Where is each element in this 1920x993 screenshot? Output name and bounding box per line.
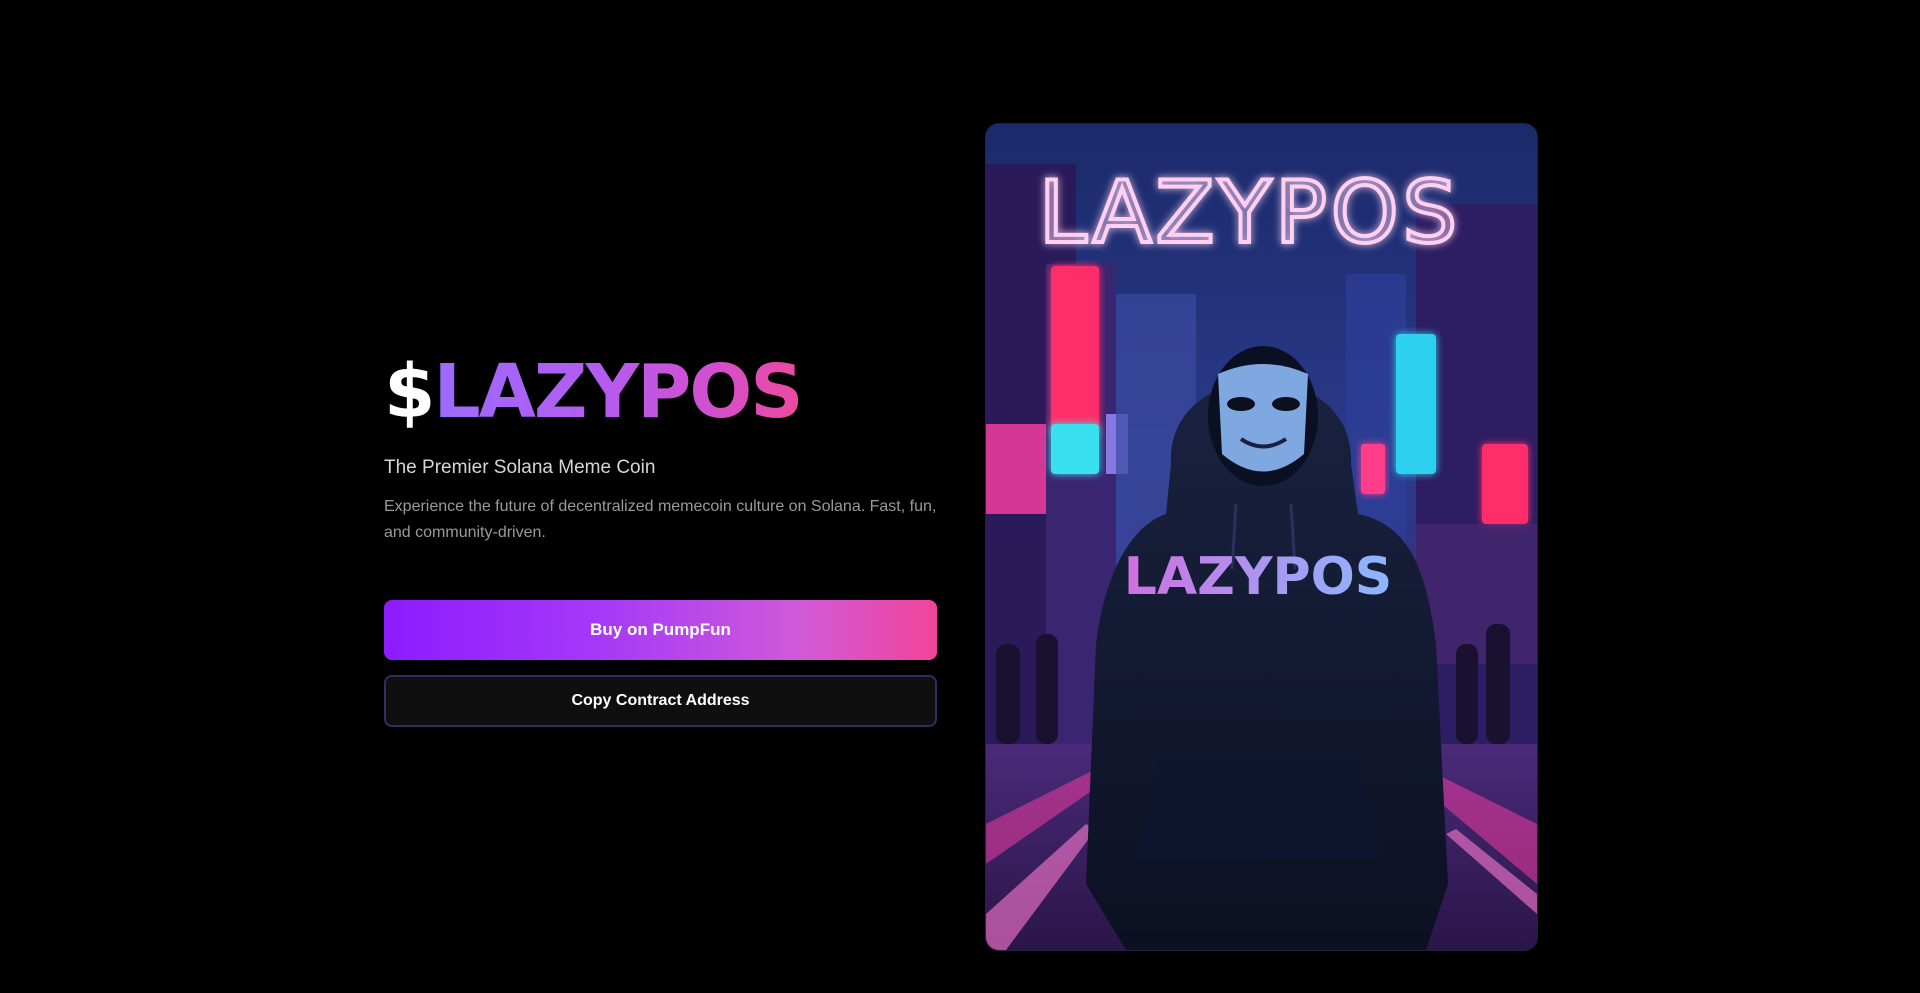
hoodie-text: LAZYPOS [1124, 547, 1393, 607]
description: Experience the future of decentralized m… [384, 498, 937, 541]
brand-title: $LAZYPOS [384, 350, 937, 434]
brand-dollar-sign: $ [384, 349, 435, 435]
brand-name: LAZYPOS [433, 349, 804, 435]
hero-image: LAZYPOS LAZYPOS [985, 123, 1538, 951]
copy-contract-address-button[interactable]: Copy Contract Address [384, 675, 937, 727]
hero-section: $LAZYPOS The Premier Solana Meme Coin Ex… [384, 350, 937, 727]
neon-sign-text: LAZYPOS [1039, 163, 1461, 263]
buy-on-pumpfun-button[interactable]: Buy on PumpFun [384, 600, 937, 660]
landing-page: $LAZYPOS The Premier Solana Meme Coin Ex… [0, 0, 1920, 993]
tagline: The Premier Solana Meme Coin [384, 457, 656, 478]
neon-city-illustration: LAZYPOS LAZYPOS [986, 124, 1537, 950]
